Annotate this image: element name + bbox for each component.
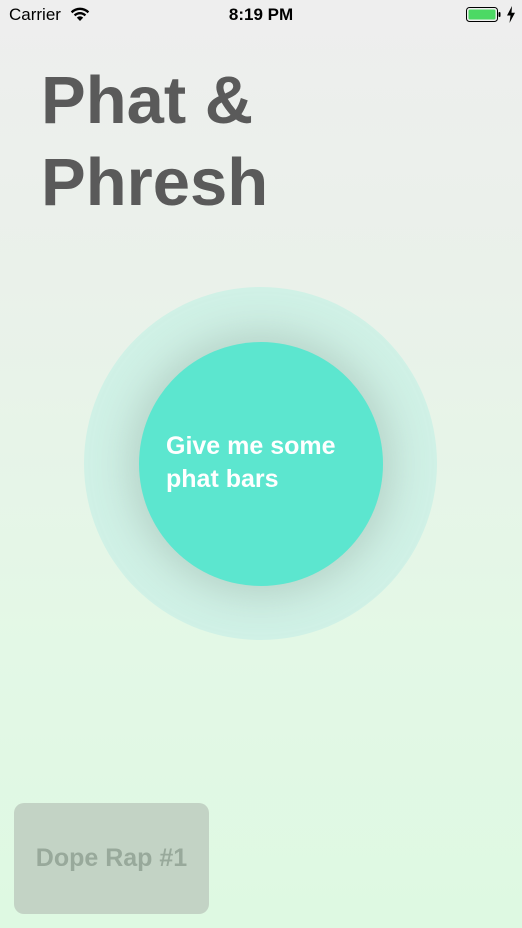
generate-bars-button[interactable]: Give me some phat bars: [139, 342, 383, 586]
app-title: Phat & Phresh: [41, 60, 441, 224]
battery-icon: [466, 7, 501, 22]
generate-bars-label: Give me some phat bars: [166, 432, 336, 493]
status-bar: Carrier 8:19 PM: [0, 0, 522, 30]
app-title-line-2: Phresh: [41, 145, 269, 220]
app-title-line-1: Phat &: [41, 63, 254, 138]
saved-rap-button[interactable]: Dope Rap #1: [14, 803, 209, 914]
charging-bolt-icon: [507, 6, 515, 23]
clock-time: 8:19 PM: [228, 5, 294, 24]
saved-rap-label: Dope Rap #1: [35, 844, 188, 872]
